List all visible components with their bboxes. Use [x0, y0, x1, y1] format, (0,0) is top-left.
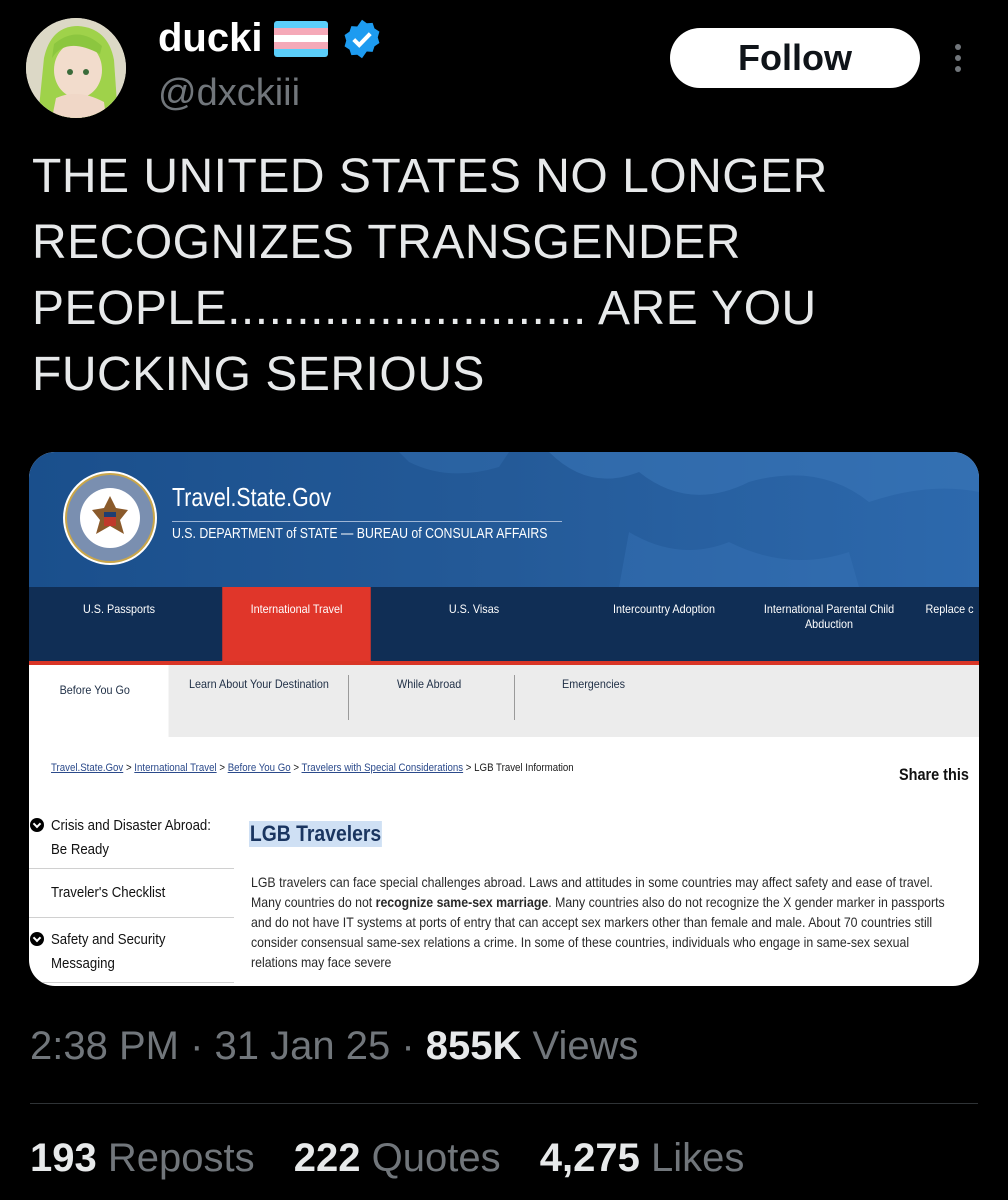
divider [30, 1103, 978, 1104]
side-item-safety[interactable]: Safety and Security Messaging [29, 918, 234, 983]
views-count: 855K [425, 1024, 522, 1068]
tweet-text: THE UNITED STATES NO LONGER RECOGNIZES T… [32, 150, 828, 401]
breadcrumb-link[interactable]: Travelers with Special Considerations [302, 762, 464, 774]
body-text-bold: recognize same-sex marriage [375, 894, 549, 910]
trans-flag-icon [274, 20, 329, 57]
quotes-stat[interactable]: 222 Quotes [294, 1136, 501, 1180]
site-title[interactable]: Travel.State.Gov [172, 482, 331, 513]
side-item-label: Traveler's Checklist [51, 884, 166, 901]
avatar[interactable] [26, 18, 126, 118]
page-body-text: LGB travelers can face special challenge… [251, 872, 946, 972]
likes-count: 4,275 [539, 1136, 640, 1180]
side-nav: Crisis and Disaster Abroad: Be Ready Tra… [29, 812, 234, 983]
reposts-stat[interactable]: 193 Reposts [30, 1136, 255, 1180]
subnav-learn-destination[interactable]: Learn About Your Destination [189, 665, 329, 737]
nav-us-passports[interactable]: U.S. Passports [56, 587, 182, 661]
side-item-checklist[interactable]: Traveler's Checklist [29, 869, 234, 918]
site-banner [29, 452, 979, 587]
verified-badge-icon [345, 19, 380, 58]
world-map-graphic [399, 452, 979, 587]
quotes-count: 222 [293, 1136, 361, 1180]
likes-stat[interactable]: 4,275 Likes [540, 1136, 745, 1180]
subnav-while-abroad[interactable]: While Abroad [397, 665, 461, 737]
engagement-stats: 193 Reposts 222 Quotes 4,275 Likes [30, 1136, 772, 1181]
tweet-date[interactable]: 31 Jan 25 [215, 1024, 391, 1068]
quotes-label: Quotes [371, 1136, 501, 1180]
tweet-time[interactable]: 2:38 PM [30, 1024, 179, 1068]
title-rule [172, 521, 562, 522]
views-label: Views [532, 1024, 639, 1068]
display-name-text[interactable]: ducki [158, 16, 262, 61]
reposts-label: Reposts [107, 1136, 255, 1180]
nav-parental-child-abduction[interactable]: International Parental Child Abduction [757, 587, 901, 661]
subnav-divider [348, 675, 349, 720]
subnav-before-you-go[interactable]: Before You Go [29, 665, 169, 737]
more-options-icon[interactable] [948, 40, 968, 80]
site-sub-nav: Before You Go Learn About Your Destinati… [29, 665, 979, 737]
site-subtitle: U.S. DEPARTMENT of STATE — BUREAU of CON… [172, 525, 548, 542]
reposts-count: 193 [30, 1136, 97, 1180]
side-item-label: Crisis and Disaster Abroad: Be Ready [51, 817, 211, 858]
nav-replace[interactable]: Replace c [926, 587, 980, 661]
breadcrumb-link[interactable]: Travel.State.Gov [51, 762, 123, 774]
chevron-down-circle-icon [30, 932, 44, 946]
subnav-divider [514, 675, 515, 720]
nav-intercountry-adoption[interactable]: Intercountry Adoption [592, 587, 736, 661]
follow-button[interactable]: Follow [670, 28, 920, 88]
nav-us-visas[interactable]: U.S. Visas [420, 587, 528, 661]
page-heading: LGB Travelers [249, 821, 383, 847]
chevron-down-circle-icon [30, 818, 44, 832]
side-item-label: Safety and Security Messaging [51, 931, 166, 972]
nav-international-travel[interactable]: International Travel [222, 587, 371, 661]
subnav-emergencies[interactable]: Emergencies [562, 665, 625, 737]
breadcrumb-link[interactable]: Before You Go [228, 762, 291, 774]
breadcrumb-current: LGB Travel Information [474, 762, 574, 774]
tweet-timestamp[interactable]: 2:38 PM · 31 Jan 25 · 855K Views [30, 1024, 639, 1069]
display-name[interactable]: ducki [158, 16, 384, 61]
likes-label: Likes [650, 1136, 745, 1180]
site-main-nav: U.S. Passports International Travel U.S.… [29, 587, 979, 661]
breadcrumb-link[interactable]: International Travel [134, 762, 216, 774]
breadcrumb: Travel.State.Gov > International Travel … [51, 762, 574, 774]
user-handle[interactable]: @dxckiii [158, 72, 300, 115]
tweet-media-image[interactable]: Travel.State.Gov U.S. DEPARTMENT of STAT… [29, 452, 979, 986]
state-department-seal-icon [63, 471, 157, 565]
side-item-crisis[interactable]: Crisis and Disaster Abroad: Be Ready [29, 812, 234, 869]
share-this-link[interactable]: Share this [899, 765, 969, 785]
